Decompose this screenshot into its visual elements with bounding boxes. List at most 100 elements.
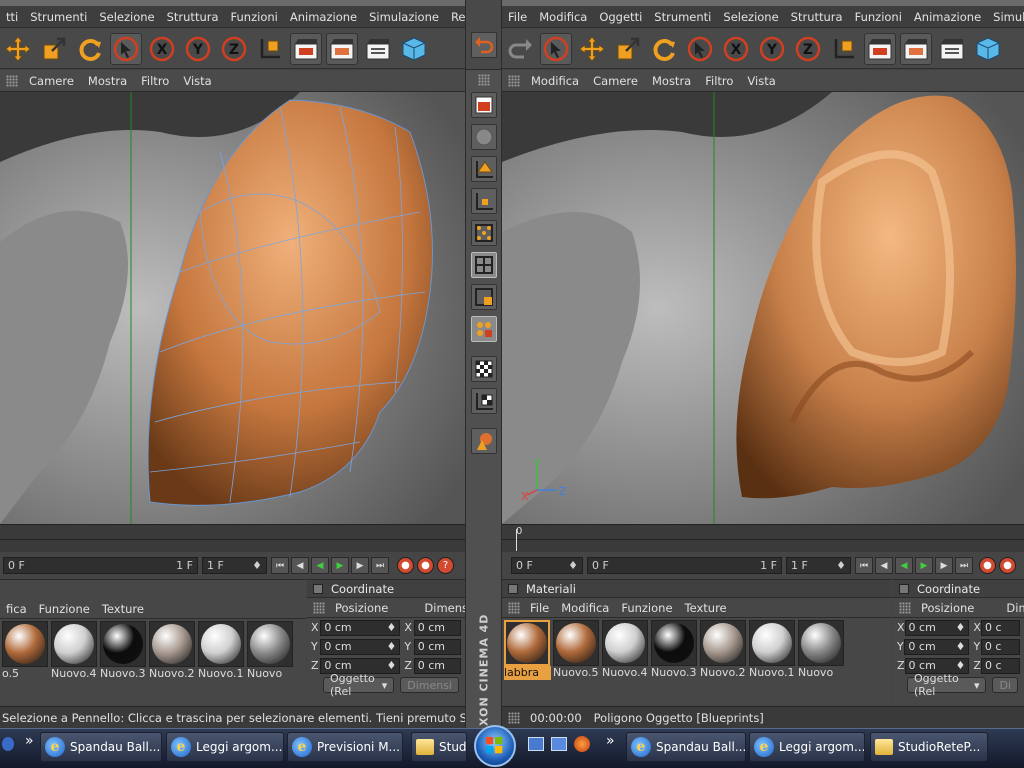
- quicklaunch-chevron-icon[interactable]: »: [25, 733, 34, 749]
- move-tool-icon[interactable]: [2, 33, 34, 65]
- quicklaunch-chevron-icon[interactable]: »: [606, 733, 615, 749]
- redo-icon[interactable]: [504, 33, 536, 65]
- cube-primitive-icon[interactable]: [398, 33, 430, 65]
- taskbar-button[interactable]: Studi: [411, 732, 467, 762]
- z-axis-lock-icon[interactable]: Z: [218, 33, 250, 65]
- uv-mode-icon[interactable]: [471, 316, 497, 342]
- menu-item-simulazione[interactable]: Simulazione: [987, 10, 1024, 24]
- move-tool-icon[interactable]: [576, 33, 608, 65]
- dimension-mode-dropdown[interactable]: Dimensi: [400, 677, 459, 693]
- prev-frame-icon[interactable]: ◀: [875, 557, 893, 574]
- play-backward-icon[interactable]: ◀: [311, 557, 329, 574]
- play-forward-icon[interactable]: ▶: [331, 557, 349, 574]
- undo-icon[interactable]: [471, 32, 497, 58]
- edges-mode-icon[interactable]: [471, 220, 497, 246]
- viewport-menu-item-vista[interactable]: Vista: [176, 74, 218, 88]
- material-swatch[interactable]: Nuovo.4: [602, 620, 649, 680]
- dimension-field[interactable]: 0 c: [980, 619, 1020, 636]
- menu-item-rendering[interactable]: Rendering: [445, 10, 465, 24]
- panel-checkbox[interactable]: [508, 583, 518, 594]
- menu-item-strumenti[interactable]: Strumenti: [24, 10, 93, 24]
- taskbar-button[interactable]: e Previsioni M...: [287, 732, 403, 762]
- goto-start-icon[interactable]: ⏮: [271, 557, 289, 574]
- viewport-menu-item-vista[interactable]: Vista: [740, 74, 782, 88]
- material-menu-item-funzione[interactable]: Funzione: [615, 601, 678, 615]
- dimension-field[interactable]: 0 c: [980, 657, 1020, 674]
- menu-item-funzioni[interactable]: Funzioni: [849, 10, 908, 24]
- taskbar-button[interactable]: e Spandau Ball...: [40, 732, 162, 762]
- panel-checkbox[interactable]: [899, 583, 909, 594]
- dimension-field[interactable]: 0 cm: [413, 657, 462, 674]
- material-swatch[interactable]: labbra: [504, 620, 551, 680]
- model-mode-icon[interactable]: [471, 92, 497, 118]
- windows-start-button[interactable]: [474, 725, 516, 767]
- position-tab[interactable]: Posizione: [329, 601, 394, 615]
- dimension-field[interactable]: 0 cm: [413, 619, 462, 636]
- panel-grip-icon[interactable]: [508, 74, 520, 87]
- viewport-menu-item-camere[interactable]: Camere: [586, 74, 645, 88]
- viewport-menu-item-mostra[interactable]: Mostra: [81, 74, 134, 88]
- material-menu-item-texture[interactable]: Texture: [679, 601, 733, 615]
- x-axis-lock-icon[interactable]: X: [146, 33, 178, 65]
- viewport-menu-item-filtro[interactable]: Filtro: [698, 74, 740, 88]
- material-swatch[interactable]: Nuovo.3: [651, 620, 698, 680]
- taskbar-button[interactable]: e Spandau Ball...: [626, 732, 746, 762]
- y-axis-lock-icon[interactable]: Y: [756, 33, 788, 65]
- panel-grip-icon[interactable]: [313, 601, 325, 614]
- material-menu-item-file[interactable]: File: [524, 601, 555, 615]
- menu-item-strumenti[interactable]: Strumenti: [648, 10, 717, 24]
- menu-item-file[interactable]: File: [502, 10, 533, 24]
- dimension-tab[interactable]: Dimensi: [418, 601, 465, 615]
- material-swatch[interactable]: Nuovo.1: [749, 620, 796, 680]
- material-swatch[interactable]: Nuovo.1: [198, 621, 245, 681]
- menu-item-tti[interactable]: tti: [0, 10, 24, 24]
- menu-item-simulazione[interactable]: Simulazione: [363, 10, 445, 24]
- position-field[interactable]: 0 cm ♦: [904, 619, 970, 636]
- show-desktop-icon[interactable]: [528, 737, 544, 751]
- dimension-mode-dropdown[interactable]: Di: [992, 677, 1018, 693]
- material-swatch[interactable]: Nuovo.5: [553, 620, 600, 680]
- prev-frame-icon[interactable]: ◀: [291, 557, 309, 574]
- taskbar-button[interactable]: e Leggi argom...: [749, 732, 865, 762]
- dimension-tab[interactable]: Dim: [1000, 601, 1024, 615]
- select-tool-icon[interactable]: [540, 32, 572, 65]
- play-backward-icon[interactable]: ◀: [895, 557, 913, 574]
- goto-start-icon[interactable]: ⏮: [855, 557, 873, 574]
- x-axis-lock-icon[interactable]: X: [720, 33, 752, 65]
- autokey-icon[interactable]: ●: [417, 557, 434, 574]
- material-swatch[interactable]: Nuovo: [247, 621, 294, 681]
- polygons-mode-icon[interactable]: [471, 252, 497, 278]
- cube-primitive-icon[interactable]: [972, 33, 1004, 65]
- rotate-tool-icon[interactable]: [648, 33, 680, 65]
- taskbar-button[interactable]: StudioReteP...: [870, 732, 988, 762]
- help-key-icon[interactable]: ?: [437, 557, 454, 574]
- points-mode-icon[interactable]: [471, 188, 497, 214]
- panel-grip-icon[interactable]: [508, 711, 520, 724]
- record-keys-icon[interactable]: ●: [979, 557, 996, 574]
- next-frame-icon[interactable]: ▶: [351, 557, 369, 574]
- firefox-icon[interactable]: [574, 736, 590, 752]
- menu-item-modifica[interactable]: Modifica: [533, 10, 593, 24]
- frame-range-slider[interactable]: 0 F 1 F: [3, 557, 198, 574]
- material-swatch[interactable]: Nuovo.2: [149, 621, 196, 681]
- render-settings-icon[interactable]: [362, 33, 394, 65]
- select-tool-icon[interactable]: [110, 32, 142, 65]
- menu-item-struttura[interactable]: Struttura: [161, 10, 225, 24]
- z-axis-lock-icon[interactable]: Z: [792, 33, 824, 65]
- timeline[interactable]: 0: [502, 524, 1024, 552]
- timeline[interactable]: [0, 524, 465, 552]
- material-menu-item-modifica[interactable]: Modifica: [555, 601, 615, 615]
- texture-axis-icon[interactable]: [471, 388, 497, 414]
- goto-end-icon[interactable]: ⏭: [955, 557, 973, 574]
- object-axis-icon[interactable]: [471, 156, 497, 182]
- object-mode-dropdown[interactable]: Oggetto (Rel ▾: [907, 672, 987, 698]
- taskbar-button[interactable]: e Leggi argom...: [166, 732, 284, 762]
- viewport-smooth[interactable]: Y Z X: [502, 92, 1024, 524]
- switch-windows-icon[interactable]: [551, 737, 567, 751]
- next-frame-icon[interactable]: ▶: [935, 557, 953, 574]
- current-frame-field[interactable]: 1 F ♦: [202, 557, 267, 574]
- viewport-menu-item-filtro[interactable]: Filtro: [134, 74, 176, 88]
- dimension-field[interactable]: 0 c: [980, 638, 1020, 655]
- material-swatch[interactable]: Nuovo.3: [100, 621, 147, 681]
- live-select-icon[interactable]: [684, 33, 716, 65]
